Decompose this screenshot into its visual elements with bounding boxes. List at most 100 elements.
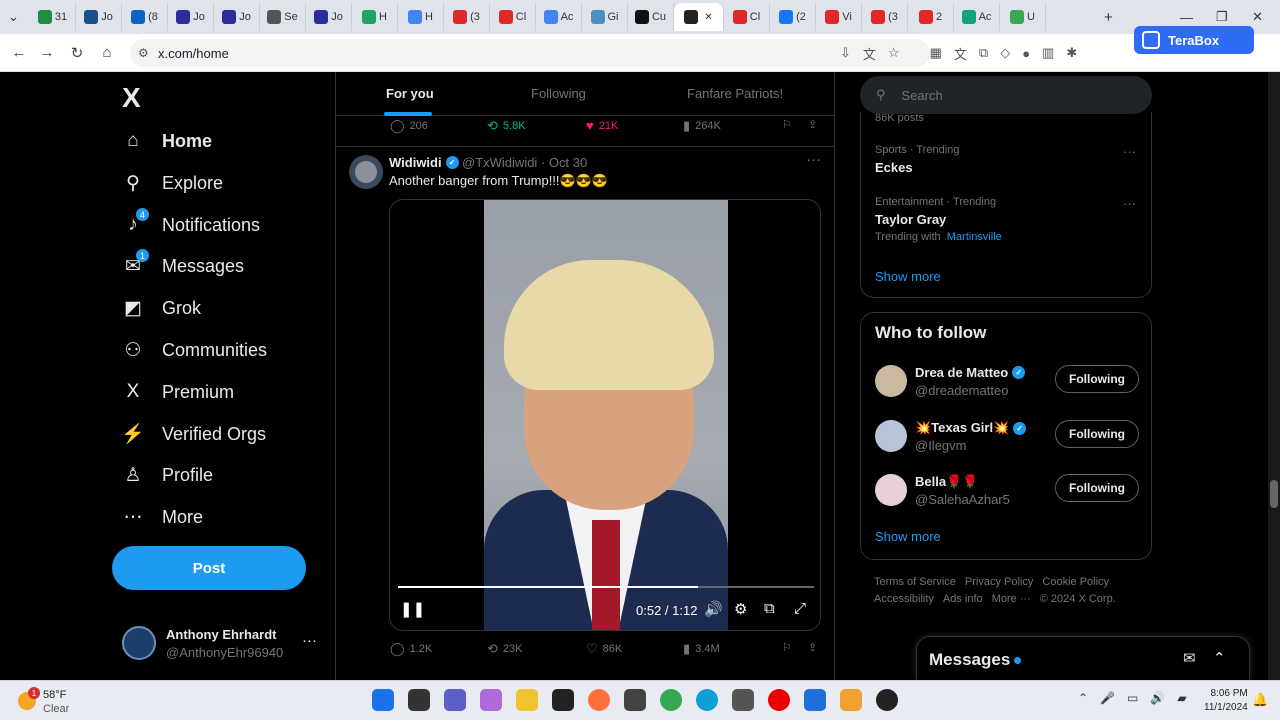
follow-suggestion[interactable]: Drea de Matteo ✓ @dreadematteo Following [875, 363, 1145, 403]
like-button[interactable]: ♥ 21K [586, 118, 618, 133]
extension-icon[interactable]: ▦ [930, 45, 942, 61]
browser-tab[interactable]: Ac [954, 3, 1000, 31]
notification-bell-icon[interactable]: 🔔 [1252, 692, 1268, 708]
more-dots-icon[interactable]: ··· [806, 151, 821, 168]
store-icon[interactable] [804, 689, 826, 711]
avatar[interactable] [875, 420, 907, 452]
video-progress-bar[interactable] [398, 586, 814, 588]
tab-search-button[interactable]: ⌄ [8, 0, 19, 34]
app-icon[interactable] [876, 689, 898, 711]
teams-icon[interactable] [444, 689, 466, 711]
task-view-icon[interactable] [408, 689, 430, 711]
settings-icon[interactable]: ⚙ [734, 600, 747, 618]
footer-link[interactable]: Cookie Policy [1042, 576, 1109, 588]
page-scrollbar[interactable] [1268, 72, 1280, 680]
x-logo-icon[interactable]: X [122, 82, 141, 114]
more-dots-icon[interactable]: ··· [1123, 196, 1136, 211]
browser-tab[interactable]: Vi [816, 3, 862, 31]
share-icon[interactable]: ⇪ [808, 118, 817, 131]
extension-icon[interactable]: ⧉ [979, 45, 988, 61]
sidebar-item-communities[interactable]: ⚇ Communities [122, 339, 267, 361]
edge-icon[interactable] [696, 689, 718, 711]
footer-link[interactable]: © 2024 X Corp. [1040, 593, 1116, 605]
footer-link[interactable]: Privacy Policy [965, 576, 1033, 588]
post-button[interactable]: Post [112, 546, 306, 590]
terminal-icon[interactable] [552, 689, 574, 711]
sidebar-item-verified-orgs[interactable]: ⚡ Verified Orgs [121, 423, 266, 446]
browser-tab[interactable]: 31 [30, 3, 76, 31]
sidebar-item-messages[interactable]: ✉ 1 Messages [122, 249, 244, 277]
sidebar-item-profile[interactable]: ♙ Profile [122, 464, 213, 486]
browser-tab[interactable]: Jo [214, 3, 260, 31]
expand-icon[interactable]: ⌃ [1213, 649, 1226, 667]
account-switcher[interactable]: Anthony Ehrhardt @AnthonyEhr96940 ··· [122, 622, 332, 666]
pip-icon[interactable]: ⧉ [764, 600, 775, 617]
terabox-extension-button[interactable]: TeraBox [1134, 26, 1254, 54]
new-tab-button[interactable]: + [1104, 0, 1113, 34]
browser-tab[interactable]: 2 [908, 3, 954, 31]
battery-icon[interactable]: ▰ [1177, 691, 1186, 705]
repost-button[interactable]: ⟲ 23K [487, 641, 522, 657]
following-button[interactable]: Following [1055, 365, 1139, 393]
clock[interactable]: 8:06 PM 11/1/2024 [1204, 687, 1248, 715]
volume-icon[interactable]: 🔊 [1150, 691, 1165, 705]
new-message-icon[interactable]: ✉ [1183, 649, 1196, 667]
browser-tab[interactable]: Cl [490, 3, 536, 31]
avatar[interactable] [875, 365, 907, 397]
start-icon[interactable] [372, 689, 394, 711]
opera-icon[interactable] [768, 689, 790, 711]
share-icon[interactable]: ⇪ [808, 641, 817, 654]
following-button[interactable]: Following [1055, 420, 1139, 448]
browser-tab[interactable]: H [352, 3, 398, 31]
reply-button[interactable]: ◯ 1.2K [390, 641, 432, 657]
extension-icon[interactable]: ◇ [1000, 45, 1010, 61]
address-bar[interactable]: ⚙ x.com/home [130, 39, 930, 67]
footer-link[interactable]: Ads info [943, 593, 983, 605]
tweet-handle-date[interactable]: @TxWidiwidi · Oct 30 [462, 155, 587, 170]
app-icon[interactable] [840, 689, 862, 711]
avatar[interactable] [875, 474, 907, 506]
browser-tab[interactable]: Jo [306, 3, 352, 31]
sidebar-item-more[interactable]: ⋯ More [122, 506, 204, 528]
reply-button[interactable]: ◯ 206 [390, 118, 428, 134]
fullscreen-icon[interactable]: ⤢ [794, 600, 806, 617]
mic-icon[interactable]: 🎤 [1100, 691, 1115, 705]
sidebar-item-notifications[interactable]: ♪ 4 Notifications [122, 208, 260, 236]
close-tab-icon[interactable]: ✕ [704, 12, 712, 23]
tab-fanfare-patriots[interactable]: Fanfare Patriots! [687, 86, 783, 101]
browser-tab[interactable]: Gi [582, 3, 628, 31]
translate-icon[interactable]: 文 [863, 44, 876, 63]
forward-icon[interactable]: → [32, 44, 62, 61]
more-dots-icon[interactable]: ··· [1123, 144, 1136, 159]
browser-tab[interactable]: Ac [536, 3, 582, 31]
like-button[interactable]: ♡ 86K [586, 641, 622, 657]
follow-suggestion[interactable]: Bella🌹🌹 @SalehaAzhar5 Following [875, 472, 1145, 512]
site-info-icon[interactable]: ⚙ [138, 46, 149, 60]
bookmark-icon[interactable]: ⚐ [782, 118, 792, 131]
browser-tab[interactable]: (2 [770, 3, 816, 31]
sidebar-item-home[interactable]: ⌂ Home [122, 130, 212, 152]
display-icon[interactable]: ▭ [1127, 691, 1138, 705]
pause-icon[interactable]: ❚❚ [400, 600, 425, 618]
avatar[interactable] [349, 155, 383, 189]
follow-show-more[interactable]: Show more [875, 529, 941, 544]
bookmark-star-icon[interactable]: ☆ [888, 45, 900, 61]
browser-tab[interactable]: Cl [724, 3, 770, 31]
puzzle-icon[interactable]: ✱ [1066, 45, 1077, 61]
browser-tab[interactable]: (8 [122, 3, 168, 31]
footer-link[interactable]: Accessibility [874, 593, 934, 605]
views-button[interactable]: ▮ 264K [683, 118, 721, 134]
copilot-icon[interactable] [480, 689, 502, 711]
footer-link[interactable]: Terms of Service [874, 576, 956, 588]
firefox-icon[interactable] [588, 689, 610, 711]
footer-link[interactable]: More ··· [992, 593, 1031, 605]
home-browser-icon[interactable]: ⌂ [92, 44, 122, 61]
extension-icon[interactable]: ● [1022, 46, 1030, 61]
back-icon[interactable]: ← [4, 44, 34, 61]
browser-tab[interactable]: (3 [444, 3, 490, 31]
browser-tab[interactable]: ✕ [674, 3, 724, 31]
extension-icon[interactable]: ▥ [1042, 45, 1054, 61]
trends-show-more[interactable]: Show more [875, 269, 941, 284]
reload-icon[interactable]: ↻ [62, 44, 92, 62]
tab-following[interactable]: Following [531, 86, 586, 101]
